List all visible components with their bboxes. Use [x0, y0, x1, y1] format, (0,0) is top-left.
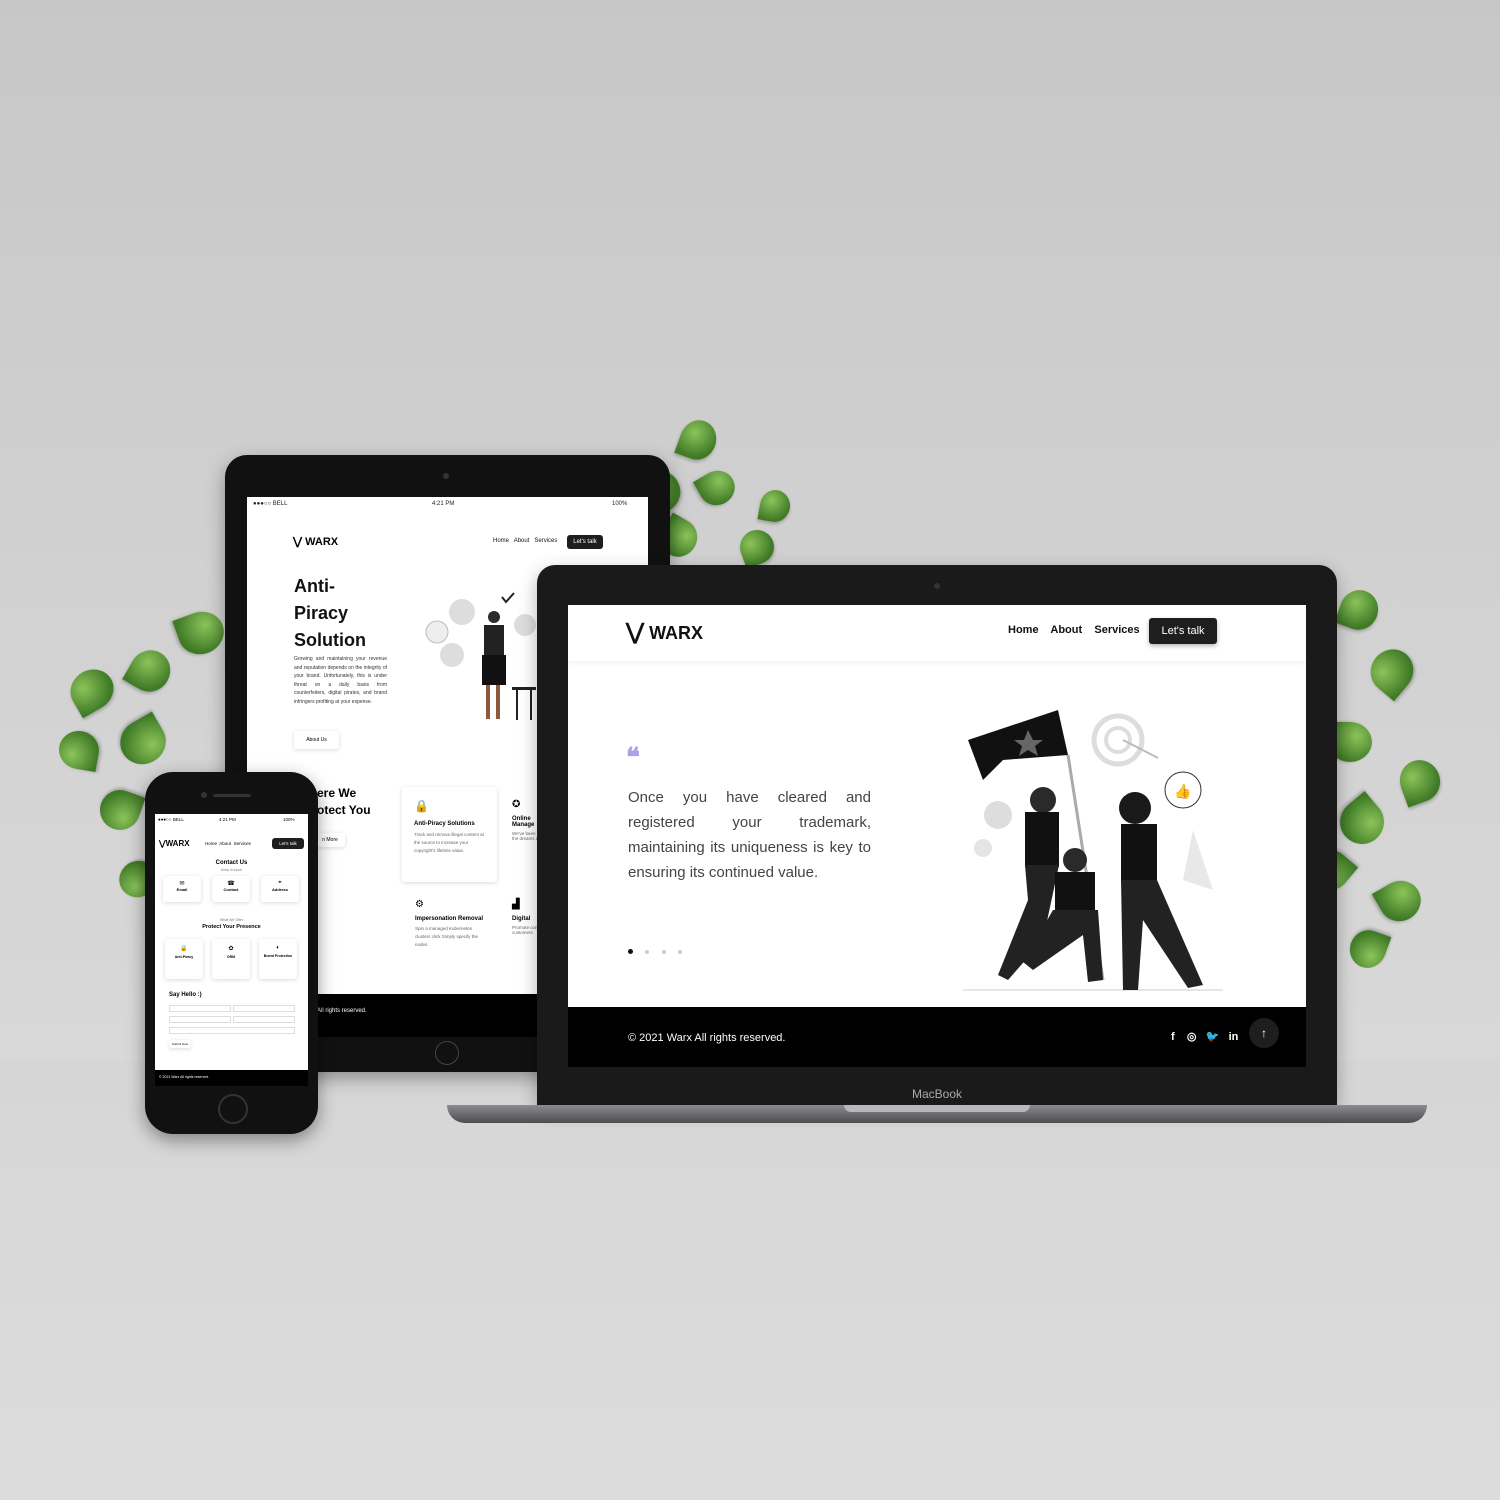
- tablet-nav: Home About Services: [493, 538, 557, 544]
- lock-icon: 🔒: [180, 946, 188, 952]
- tablet-service-item[interactable]: ⚙ Impersonation Removal Spin a managed K…: [415, 899, 485, 949]
- social-links: f ◎ 🐦 in: [1171, 1030, 1238, 1043]
- laptop-camera: [934, 583, 940, 589]
- phone-contact-subtitle: Keep in touch: [220, 868, 243, 872]
- phone-carrier: ●●●○○ BELL: [158, 817, 184, 822]
- laptop-nav-services[interactable]: Services: [1094, 624, 1139, 636]
- tablet-nav-home[interactable]: Home: [493, 538, 509, 544]
- name-field[interactable]: [169, 1005, 231, 1012]
- phone-protect-card[interactable]: ◐ Brand Protection: [259, 939, 297, 979]
- phone-home-button[interactable]: [218, 1094, 248, 1124]
- phone-protect-card[interactable]: 🔒 Anti-Piracy: [165, 939, 203, 979]
- phone-nav-services[interactable]: Services: [234, 841, 251, 846]
- laptop-footer: © 2021 Warx All rights reserved. f ◎ 🐦 i…: [568, 1007, 1306, 1067]
- warx-logo-icon: ⋁: [626, 619, 645, 644]
- phone-protect-title: Protect Your Presence: [202, 924, 261, 930]
- phone-lets-talk-button[interactable]: Let's talk: [272, 838, 304, 849]
- tablet-hero-text: Growing and maintaining your revenue and…: [294, 656, 387, 705]
- svg-text:👍: 👍: [1174, 783, 1191, 800]
- laptop-nav-about[interactable]: About: [1050, 624, 1082, 636]
- phone-field[interactable]: [169, 1016, 231, 1023]
- gear-icon: ⚙: [415, 899, 424, 910]
- tablet-footer-text: All rights reserved.: [317, 1008, 367, 1014]
- laptop-logo[interactable]: ⋁ WARX: [626, 619, 703, 645]
- tablet-service-card[interactable]: 🔒 Anti-Piracy Solutions Track and remove…: [402, 787, 497, 882]
- phone-device: ●●●○○ BELL 4:21 PM 100% ⋁WARX Home About…: [145, 772, 318, 1134]
- laptop-screen: ⋁ WARX Home About Services Let's talk ❝ …: [568, 605, 1306, 1067]
- laptop-notch: [844, 1105, 1030, 1112]
- phone-footer-text: © 2021 Warx All rights reserved.: [159, 1075, 210, 1079]
- linkedin-icon[interactable]: in: [1229, 1031, 1239, 1043]
- phone-nav-home[interactable]: Home: [205, 841, 217, 846]
- email-field[interactable]: [233, 1005, 295, 1012]
- laptop-footer-text: © 2021 Warx All rights reserved.: [628, 1032, 786, 1044]
- laptop-brand-label: MacBook: [911, 1087, 963, 1101]
- tablet-section-title: ere We otect You: [317, 786, 371, 817]
- quote-icon: ❝: [626, 743, 640, 773]
- tablet-nav-about[interactable]: About: [514, 538, 530, 544]
- subject-field[interactable]: [233, 1016, 295, 1023]
- tablet-camera: [443, 473, 449, 479]
- laptop-brand-name: WARX: [649, 623, 704, 643]
- email-icon: ✉: [179, 881, 185, 887]
- phone-time: 4:21 PM: [219, 817, 236, 822]
- phone-speaker: [213, 794, 251, 797]
- laptop-nav: Home About Services: [1008, 624, 1140, 636]
- phone-contact-card[interactable]: ⌖ Address: [261, 876, 299, 902]
- tablet-logo[interactable]: ⋁ WARX: [293, 535, 338, 548]
- phone-contact-card[interactable]: ✉ Email: [163, 876, 201, 902]
- scroll-to-top-button[interactable]: ↑: [1249, 1018, 1279, 1048]
- phone-footer: © 2021 Warx All rights reserved.: [155, 1070, 308, 1086]
- laptop-nav-home[interactable]: Home: [1008, 624, 1039, 636]
- submit-button[interactable]: Submit Now: [169, 1040, 191, 1048]
- tablet-brand-name: WARX: [305, 536, 339, 548]
- facebook-icon[interactable]: f: [1171, 1031, 1175, 1043]
- testimonial-quote: Once you have cleared and registered you…: [628, 789, 871, 881]
- tablet-lets-talk-button[interactable]: Let's talk: [567, 535, 603, 549]
- slider-dots: [628, 941, 683, 959]
- message-field[interactable]: [169, 1027, 295, 1034]
- tablet-hero-illustration: [425, 592, 536, 720]
- slider-dot-active[interactable]: [628, 949, 633, 954]
- phone-icon: ☎: [227, 881, 235, 887]
- phone-protect-card[interactable]: ✿ ORM: [212, 939, 250, 979]
- phone-screen: ●●●○○ BELL 4:21 PM 100% ⋁WARX Home About…: [155, 814, 308, 1086]
- phone-battery: 100%: [283, 817, 295, 822]
- shield-icon: ◐: [276, 945, 280, 951]
- tablet-time: 4:21 PM: [432, 501, 455, 507]
- tablet-battery: 100%: [612, 501, 628, 507]
- phone-protect-subtitle: What We Offer: [219, 918, 244, 922]
- slider-dot[interactable]: [645, 950, 650, 954]
- badge-icon: ✿: [228, 946, 234, 952]
- phone-camera: [201, 792, 207, 798]
- phone-contact-card[interactable]: ☎ Contact: [212, 876, 250, 902]
- slider-dot[interactable]: [678, 950, 683, 954]
- tablet-about-button[interactable]: About Us: [294, 731, 339, 749]
- tablet-carrier: ●●●○○ BELL: [253, 501, 288, 507]
- lock-icon: 🔒: [414, 799, 429, 813]
- tablet-nav-services[interactable]: Services: [534, 538, 557, 544]
- phone-logo[interactable]: ⋁WARX: [159, 839, 190, 848]
- phone-nav: Home About Services: [205, 841, 251, 846]
- instagram-icon[interactable]: ◎: [1187, 1031, 1197, 1043]
- location-icon: ⌖: [278, 880, 282, 886]
- phone-contact-title: Contact Us: [215, 860, 248, 866]
- laptop-lets-talk-button[interactable]: Let's talk: [1149, 618, 1217, 644]
- tablet-hero-title: Anti- Piracy Solution: [294, 576, 366, 650]
- warx-logo-icon: ⋁: [293, 536, 303, 548]
- phone-nav-about[interactable]: About: [219, 841, 231, 846]
- twitter-icon[interactable]: 🐦: [1206, 1031, 1220, 1043]
- tablet-learn-more-button[interactable]: n More: [315, 833, 345, 847]
- phone-say-hello-title: Say Hello :): [169, 992, 202, 998]
- slider-dot[interactable]: [661, 950, 666, 954]
- tablet-home-button[interactable]: [435, 1041, 459, 1065]
- team-flag-illustration: 👍: [963, 710, 1223, 991]
- laptop-device: ⋁ WARX Home About Services Let's talk ❝ …: [537, 565, 1337, 1105]
